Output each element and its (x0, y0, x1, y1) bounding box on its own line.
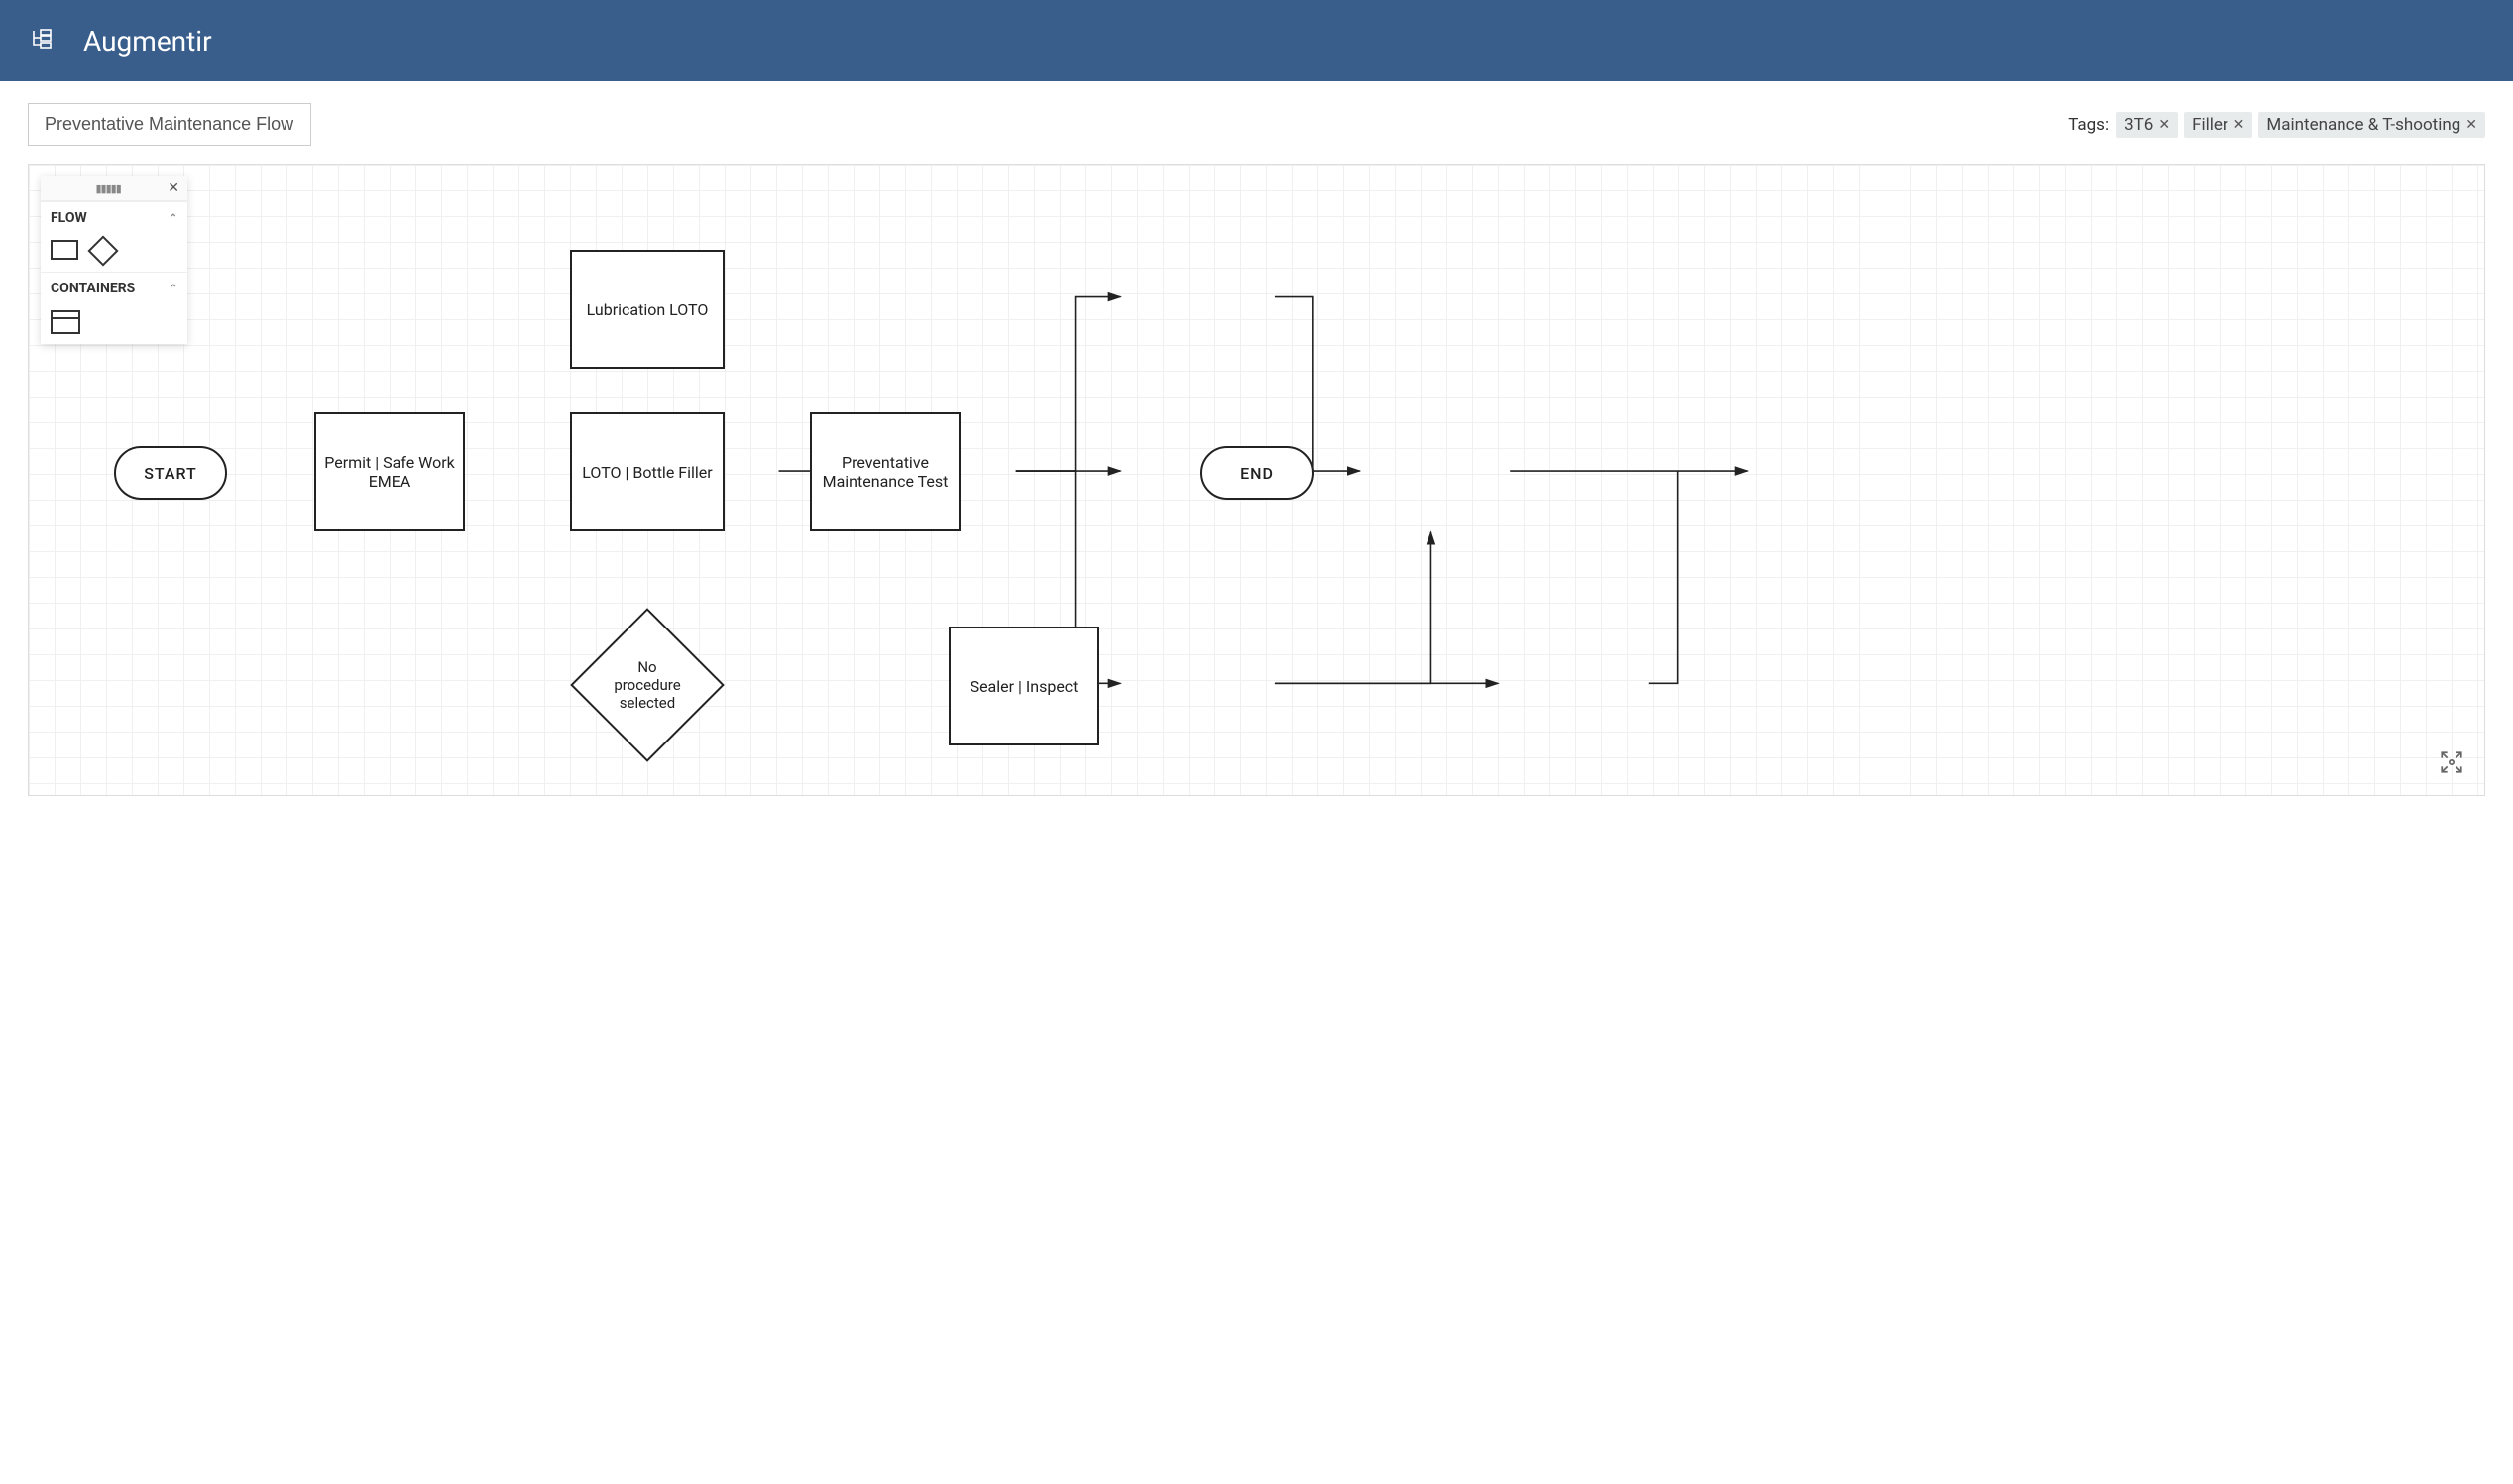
close-icon[interactable]: ✕ (2158, 117, 2170, 133)
palette-shape-container[interactable] (51, 310, 80, 334)
node-permit[interactable]: Permit | Safe Work EMEA (314, 412, 465, 531)
palette-section-label: CONTAINERS (51, 281, 135, 296)
container-shapes (41, 304, 187, 344)
shape-palette[interactable]: ▮▮▮▮▮ ✕ FLOW ⌃ CONTAINERS ⌃ (41, 176, 187, 344)
palette-section-label: FLOW (51, 210, 87, 226)
flow-shapes (41, 234, 187, 272)
tags-row: Tags: 3T6 ✕ Filler ✕ Maintenance & T-sho… (2068, 112, 2485, 138)
node-label: Permit | Safe Work EMEA (316, 453, 463, 491)
node-label: END (1240, 464, 1274, 483)
node-label: Preventative Maintenance Test (812, 453, 959, 491)
tag-item[interactable]: Filler ✕ (2184, 112, 2252, 138)
node-loto-bottle[interactable]: LOTO | Bottle Filler (570, 412, 725, 531)
node-lubrication-loto[interactable]: Lubrication LOTO (570, 250, 725, 369)
palette-drag-handle[interactable]: ▮▮▮▮▮ ✕ (41, 176, 187, 201)
app-header: Augmentir (0, 0, 2513, 81)
node-pm-test[interactable]: Preventative Maintenance Test (810, 412, 961, 531)
palette-section-containers[interactable]: CONTAINERS ⌃ (41, 272, 187, 304)
chevron-up-icon: ⌃ (170, 284, 177, 294)
close-icon[interactable]: ✕ (2465, 117, 2477, 133)
node-label: No procedure selected (603, 658, 692, 712)
node-label: Lubrication LOTO (579, 300, 717, 319)
fit-to-screen-button[interactable] (2439, 749, 2464, 779)
hierarchy-icon (30, 27, 54, 55)
close-icon[interactable]: ✕ (2233, 117, 2245, 133)
tag-text: Filler (2192, 115, 2228, 135)
palette-shape-decision[interactable] (87, 235, 118, 266)
node-sealer[interactable]: Sealer | Inspect (949, 627, 1099, 745)
grip-icon: ▮▮▮▮▮ (49, 182, 168, 195)
toolbar: Tags: 3T6 ✕ Filler ✕ Maintenance & T-sho… (0, 81, 2513, 164)
node-label: LOTO | Bottle Filler (574, 463, 720, 482)
palette-shape-process[interactable] (51, 240, 78, 260)
close-icon[interactable]: ✕ (168, 180, 179, 196)
tag-item[interactable]: 3T6 ✕ (2116, 112, 2178, 138)
node-start[interactable]: START (114, 446, 227, 500)
tags-label: Tags: (2068, 115, 2109, 135)
fit-screen-icon (2439, 749, 2464, 775)
node-label: START (144, 464, 197, 483)
diagram-canvas[interactable]: ▮▮▮▮▮ ✕ FLOW ⌃ CONTAINERS ⌃ (28, 164, 2485, 796)
node-end[interactable]: END (1200, 446, 1314, 500)
flow-name-input[interactable] (28, 103, 311, 146)
app-title: Augmentir (83, 25, 212, 57)
node-label: Sealer | Inspect (963, 677, 1086, 696)
tag-text: Maintenance & T-shooting (2266, 115, 2460, 135)
palette-section-flow[interactable]: FLOW ⌃ (41, 201, 187, 234)
tag-item[interactable]: Maintenance & T-shooting ✕ (2258, 112, 2485, 138)
node-no-procedure[interactable]: No procedure selected (593, 630, 702, 740)
tag-text: 3T6 (2124, 115, 2153, 135)
chevron-up-icon: ⌃ (170, 213, 177, 224)
